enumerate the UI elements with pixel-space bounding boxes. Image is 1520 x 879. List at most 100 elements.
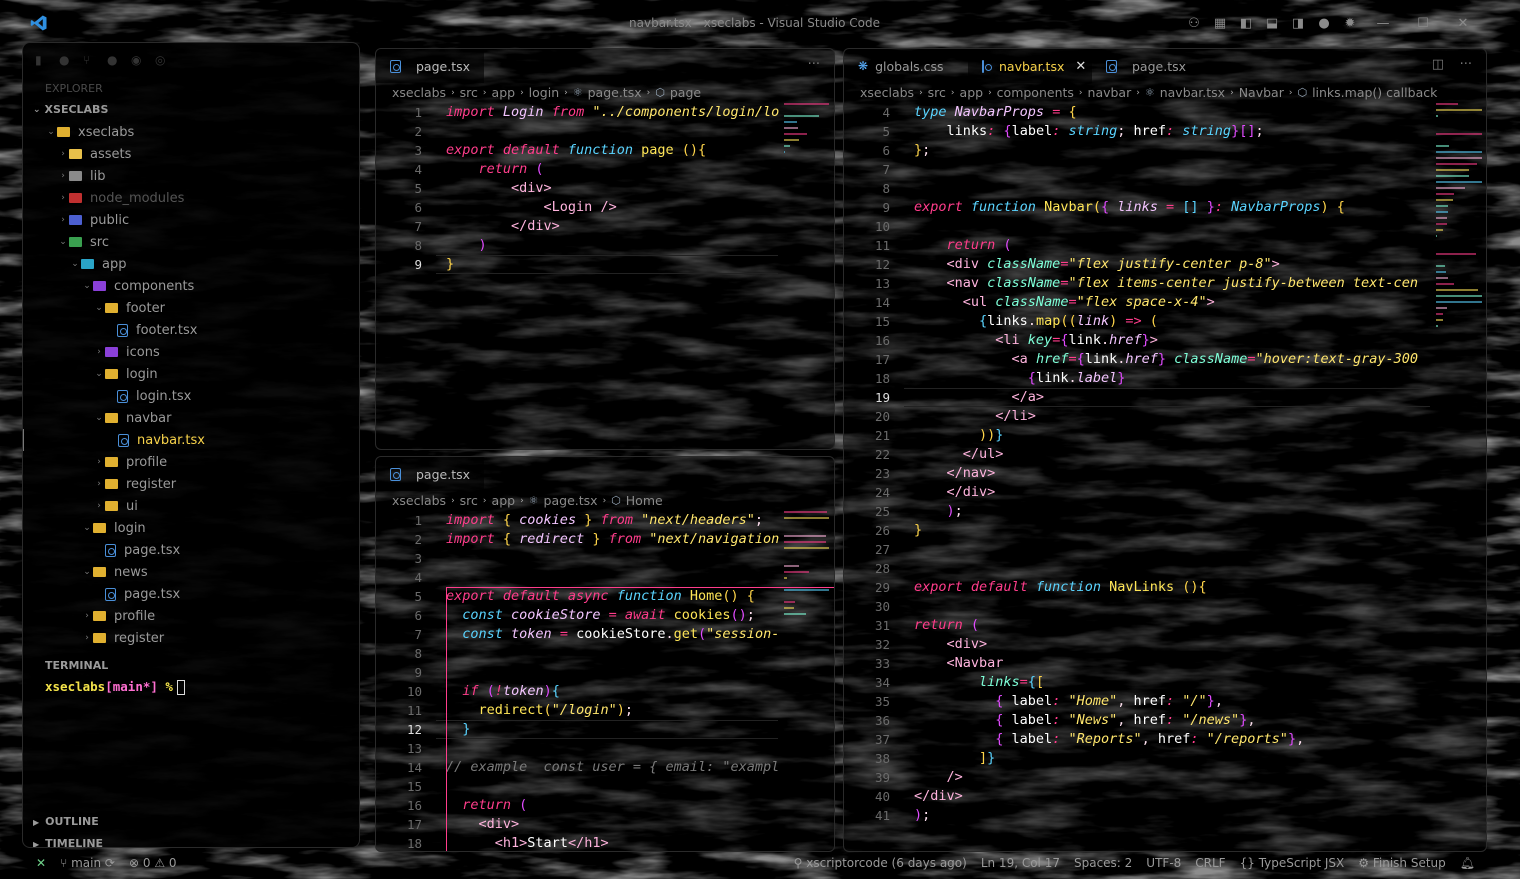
tree-item[interactable]: login.tsx bbox=[23, 385, 359, 407]
tree-item[interactable]: ⌄ news bbox=[23, 561, 359, 583]
indentation[interactable]: Spaces: 2 bbox=[1074, 856, 1132, 870]
code-line[interactable]: <Login /> bbox=[446, 198, 617, 217]
code-line[interactable]: <ul className="flex space-x-4"> bbox=[914, 293, 1215, 312]
minimap[interactable] bbox=[784, 511, 832, 619]
code-line[interactable]: if (!token){ bbox=[446, 682, 560, 701]
breadcrumb-item[interactable]: app bbox=[492, 83, 516, 103]
tree-item[interactable]: page.tsx bbox=[23, 539, 359, 561]
code-line[interactable]: ) bbox=[446, 236, 487, 255]
terminal-prompt[interactable]: xseclabs[main*] % bbox=[23, 677, 359, 697]
tree-item[interactable]: ⌄ login bbox=[23, 517, 359, 539]
code-line[interactable]: import { cookies } from "next/headers"; bbox=[446, 511, 763, 530]
run-icon[interactable]: ● bbox=[107, 53, 121, 67]
minimap[interactable] bbox=[784, 103, 832, 157]
code-line[interactable]: { label: "Home", href: "/"}, bbox=[914, 692, 1223, 711]
code-line[interactable]: import { redirect } from "next/navigatio… bbox=[446, 530, 779, 549]
search-icon[interactable]: ● bbox=[59, 53, 73, 67]
code-line[interactable]: <div> bbox=[914, 635, 988, 654]
toggle-panel-icon[interactable]: ⬓ bbox=[1259, 12, 1285, 34]
tab-globals-css[interactable]: ❋ globals.css bbox=[844, 49, 968, 83]
breadcrumb-item[interactable]: src bbox=[460, 83, 478, 103]
breadcrumb-item[interactable]: page.tsx bbox=[588, 83, 642, 103]
tree-item[interactable]: navbar.tsx bbox=[23, 429, 359, 451]
breadcrumb-item[interactable]: app bbox=[960, 83, 984, 103]
maximize-icon[interactable]: ☐ bbox=[1403, 12, 1443, 34]
tree-item[interactable]: › lib bbox=[23, 165, 359, 187]
breadcrumb-item[interactable]: xseclabs bbox=[860, 83, 914, 103]
code-line[interactable]: const token = cookieStore.get("session- bbox=[446, 625, 779, 644]
code-line[interactable]: {links.map((link) => ( bbox=[914, 312, 1158, 331]
minimize-icon[interactable]: — bbox=[1363, 12, 1403, 34]
breadcrumb-item[interactable]: components bbox=[997, 83, 1074, 103]
code-area[interactable]: 1 import { cookies } from "next/headers";… bbox=[376, 511, 834, 851]
problems-indicator[interactable]: ⊗ 0 ⚠ 0 bbox=[129, 856, 177, 870]
code-line[interactable]: </a> bbox=[914, 388, 1045, 407]
source-control-icon[interactable]: ⑂ bbox=[83, 53, 97, 67]
extensions-icon[interactable]: ◉ bbox=[131, 53, 145, 67]
tree-item[interactable]: ⌄ app bbox=[23, 253, 359, 275]
layout-icon[interactable]: ▦ bbox=[1207, 12, 1233, 34]
cursor-position[interactable]: Ln 19, Col 17 bbox=[981, 856, 1060, 870]
line-ending[interactable]: CRLF bbox=[1195, 856, 1225, 870]
code-line[interactable]: ))} bbox=[914, 426, 1003, 445]
toggle-sidebar-icon[interactable]: ◧ bbox=[1233, 12, 1259, 34]
code-line[interactable]: ); bbox=[914, 502, 963, 521]
breadcrumb-item[interactable]: page.tsx bbox=[544, 491, 598, 511]
code-area[interactable]: 1 import Login from "../components/login/… bbox=[376, 103, 834, 278]
breadcrumb-item[interactable]: navbar.tsx bbox=[1160, 83, 1225, 103]
files-icon[interactable]: ▮ bbox=[35, 53, 49, 67]
tree-item[interactable]: ⌄ navbar bbox=[23, 407, 359, 429]
code-line[interactable]: return ( bbox=[914, 236, 1012, 255]
code-line[interactable]: ]} bbox=[914, 749, 995, 768]
tab-page-tsx[interactable]: page.tsx bbox=[376, 49, 485, 83]
breadcrumb-item[interactable]: src bbox=[928, 83, 946, 103]
toggle-secondary-icon[interactable]: ◨ bbox=[1285, 12, 1311, 34]
git-blame[interactable]: ⚲ xscriptorcode (6 days ago) bbox=[794, 856, 967, 870]
tree-item[interactable]: › register bbox=[23, 473, 359, 495]
breadcrumb-item[interactable]: Navbar bbox=[1239, 83, 1284, 103]
breadcrumb-item[interactable]: links.map() callback bbox=[1312, 83, 1437, 103]
code-line[interactable]: <li key={link.href}> bbox=[914, 331, 1158, 350]
code-line[interactable]: redirect("/login"); bbox=[446, 701, 633, 720]
branch-indicator[interactable]: ⑂ main ⟳ bbox=[60, 856, 115, 870]
tree-item[interactable]: page.tsx bbox=[23, 583, 359, 605]
tree-item[interactable]: › icons bbox=[23, 341, 359, 363]
code-line[interactable]: export default function page (){ bbox=[446, 141, 706, 160]
code-line[interactable]: <h1>Start</h1> bbox=[446, 834, 609, 851]
more-actions-icon[interactable]: ··· bbox=[1460, 57, 1472, 72]
code-line[interactable]: links: {label: string; href: string}[]; bbox=[914, 122, 1264, 141]
breadcrumb-item[interactable]: login bbox=[529, 83, 559, 103]
code-line[interactable]: return ( bbox=[446, 160, 544, 179]
code-line[interactable]: <nav className="flex items-center justif… bbox=[914, 274, 1418, 293]
workspace-root[interactable]: ⌄ XSECLABS bbox=[23, 99, 359, 121]
code-line[interactable]: <div> bbox=[446, 179, 552, 198]
language-mode[interactable]: {} TypeScript JSX bbox=[1240, 856, 1345, 870]
tab-page-tsx[interactable]: page.tsx bbox=[376, 457, 485, 491]
code-line[interactable]: { label: "Reports", href: "/reports"}, bbox=[914, 730, 1304, 749]
notifications-icon[interactable]: 🔔︎ bbox=[1460, 856, 1475, 870]
tree-item[interactable]: ⌄ src bbox=[23, 231, 359, 253]
tree-item[interactable]: › register bbox=[23, 627, 359, 649]
terminal-header[interactable]: TERMINAL bbox=[23, 655, 359, 677]
tree-item[interactable]: › node_modules bbox=[23, 187, 359, 209]
code-line[interactable]: const cookieStore = await cookies(); bbox=[446, 606, 755, 625]
tree-item[interactable]: › profile bbox=[23, 451, 359, 473]
code-line[interactable]: /> bbox=[914, 768, 963, 787]
code-line[interactable]: }; bbox=[914, 141, 930, 160]
outline-section[interactable]: ▶ OUTLINE bbox=[23, 811, 359, 833]
code-line[interactable]: // example const user = { email: "exampl bbox=[446, 758, 779, 777]
code-line[interactable]: </nav> bbox=[914, 464, 996, 483]
code-line[interactable]: <a href={link.href} className="hover:tex… bbox=[914, 350, 1418, 369]
timeline-section[interactable]: ▶ TIMELINE bbox=[23, 833, 359, 847]
accounts-icon[interactable]: ◎ bbox=[155, 53, 169, 67]
tree-item[interactable]: ⌄ components bbox=[23, 275, 359, 297]
tree-item[interactable]: › public bbox=[23, 209, 359, 231]
code-area[interactable]: 4 type NavbarProps = {5 links: {label: st… bbox=[844, 103, 1486, 829]
tree-item[interactable]: ⌄ login bbox=[23, 363, 359, 385]
code-line[interactable]: return ( bbox=[914, 616, 979, 635]
code-line[interactable]: </ul> bbox=[914, 445, 1004, 464]
code-line[interactable]: </div> bbox=[914, 483, 996, 502]
account-icon[interactable]: ● bbox=[1311, 12, 1337, 34]
code-line[interactable]: <div className="flex justify-center p-8"… bbox=[914, 255, 1280, 274]
code-line[interactable]: export default async function Home() { bbox=[446, 587, 755, 606]
